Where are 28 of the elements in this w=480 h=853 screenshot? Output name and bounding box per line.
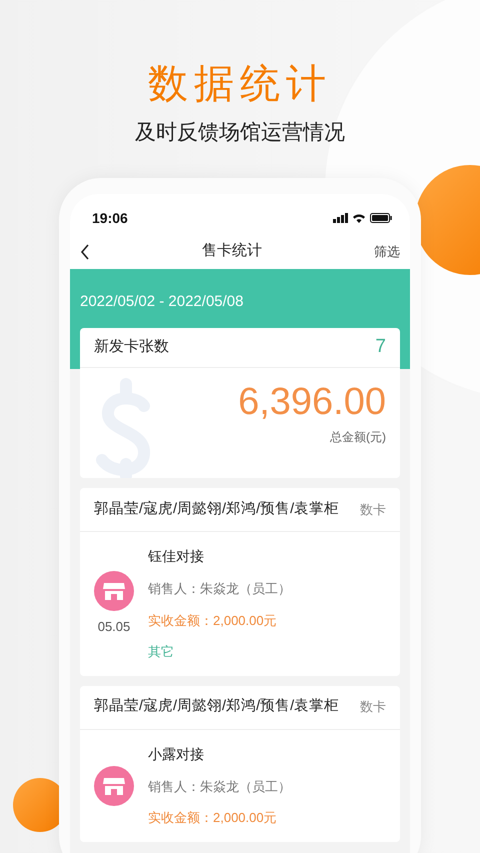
card-type: 数卡: [360, 698, 386, 716]
record-name: 钰佳对接: [148, 547, 205, 566]
summary-label: 新发卡张数: [94, 337, 169, 358]
amount-label: 总金额(元): [329, 428, 386, 446]
filter-link[interactable]: 筛选: [374, 242, 400, 262]
record-date: 05.05: [98, 618, 130, 636]
battery-icon: [370, 213, 392, 224]
record-title: 郭晶莹/寇虎/周懿翎/郑鸿/预售/袁掌柜: [94, 500, 340, 519]
received-amount: 实收金额：2,000.00元: [148, 809, 278, 828]
signal-icon: [333, 213, 348, 224]
headline: 数据统计: [147, 62, 333, 106]
received-amount: 实收金额：2,000.00元: [148, 612, 278, 630]
page-title: 售卡统计: [202, 241, 262, 262]
back-icon[interactable]: [80, 244, 90, 260]
wifi-icon: [352, 213, 366, 224]
store-icon: [94, 766, 134, 806]
status-time: 19:06: [92, 208, 128, 228]
record-title: 郭晶莹/寇虎/周懿翎/郑鸿/预售/袁掌柜: [94, 696, 340, 716]
card-count: 7: [375, 335, 386, 360]
date-range: 2022/05/02 - 2022/05/08: [80, 292, 244, 312]
store-icon: [94, 571, 134, 612]
card-type: 数卡: [360, 500, 386, 519]
record-tag: 其它: [148, 642, 291, 662]
seller-text: 销售人：朱焱龙（员工）: [148, 778, 291, 796]
seller-text: 销售人：朱焱龙（员工）: [148, 580, 291, 598]
subheadline: 及时反馈场馆运营情况: [134, 120, 346, 146]
record-name: 小露对接: [148, 744, 205, 764]
total-amount: 6,396.00: [237, 382, 386, 424]
